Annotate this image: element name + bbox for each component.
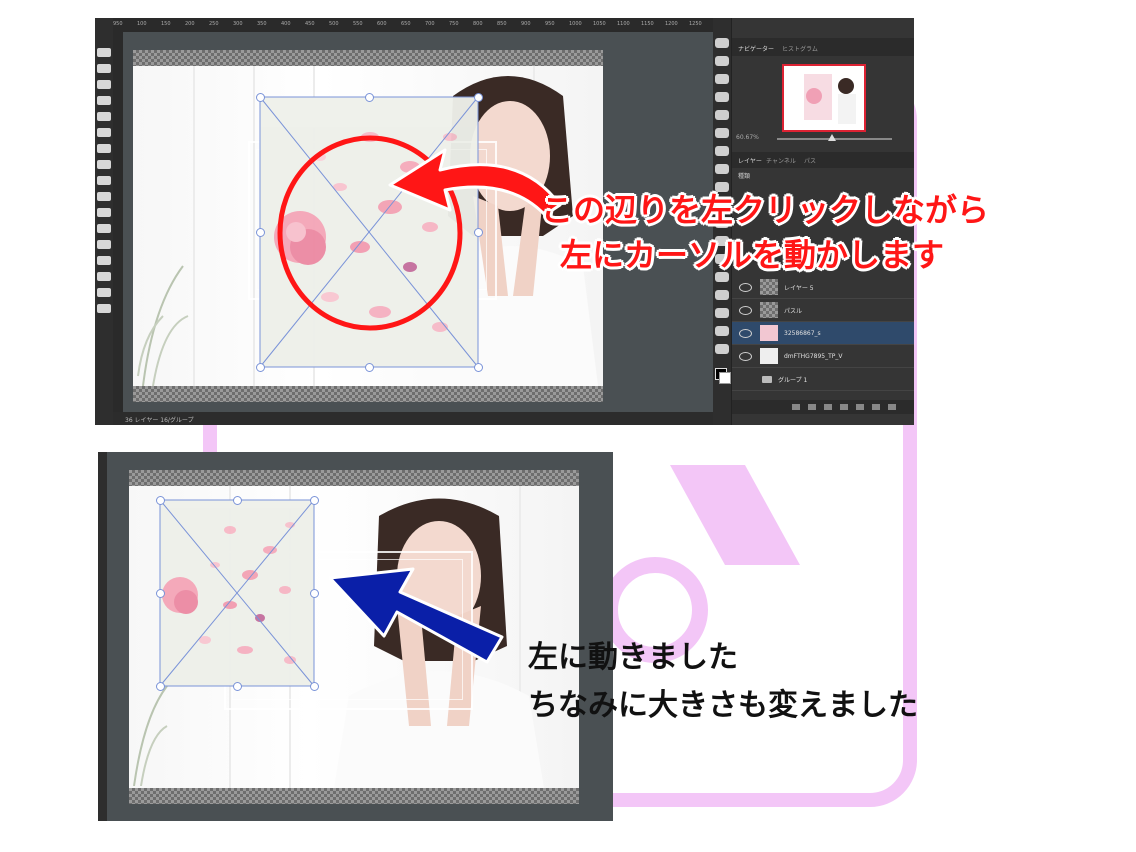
blue-arrow-annotation (328, 567, 504, 664)
black-caption-line2: ちなみに大きさも変えました (528, 688, 918, 723)
black-caption-line1: 左に動きました (528, 640, 738, 675)
